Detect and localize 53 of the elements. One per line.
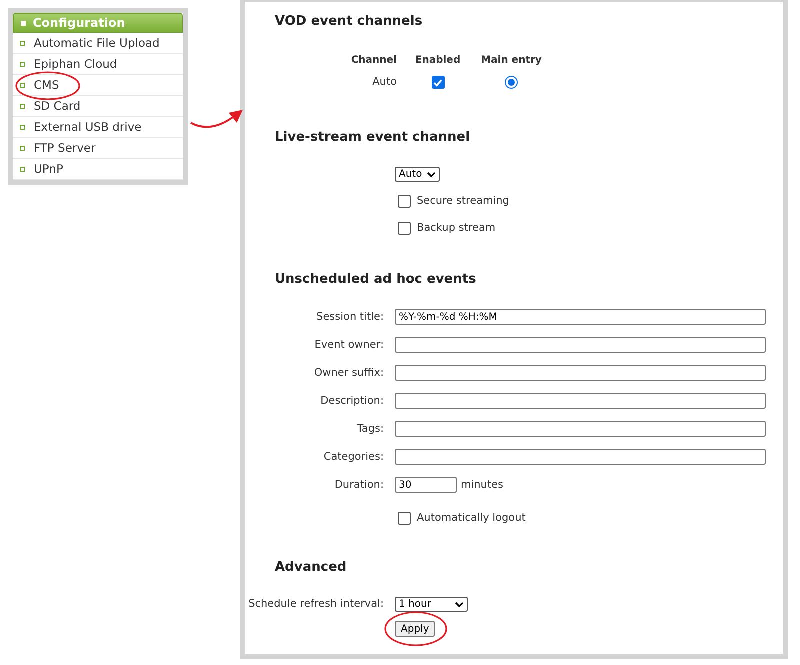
text-field[interactable]: %Y-%m-%d %H:%M: [395, 309, 766, 325]
field-label: Duration:: [334, 478, 384, 492]
channel-dropdown[interactable]: Auto: [395, 167, 440, 182]
text-field[interactable]: [395, 449, 766, 465]
bullet-icon: [20, 104, 25, 108]
menu-item[interactable]: SD Card: [13, 96, 183, 117]
column-header: Main entry: [480, 54, 543, 68]
field-label: Tags:: [356, 422, 384, 436]
bullet-icon: [20, 146, 25, 150]
menu-item[interactable]: Automatic File Upload: [13, 33, 183, 54]
bullet-icon: [20, 124, 25, 130]
bullet-icon: [20, 40, 25, 46]
section-heading: Live-stream event channel: [274, 130, 472, 145]
checkbox-label: Secure streaming: [417, 194, 510, 209]
menu-item[interactable]: External USB drive: [13, 117, 183, 138]
radio-button[interactable]: [505, 76, 518, 89]
column-header: Channel: [350, 54, 397, 68]
checkbox-label: Automatically logout: [417, 511, 526, 526]
channel-name: Auto: [372, 75, 397, 90]
bullet-icon: [20, 166, 25, 172]
menu-item[interactable]: Epiphan Cloud: [13, 54, 183, 75]
chevron-down-icon: [455, 602, 464, 608]
chevron-down-icon: [427, 172, 436, 178]
apply-button[interactable]: Apply: [395, 621, 436, 637]
field-label: Event owner:: [314, 338, 384, 352]
checkbox[interactable]: [398, 195, 411, 208]
field-label: Session title:: [316, 310, 384, 324]
menu-item[interactable]: UPnP: [13, 159, 183, 180]
checkbox[interactable]: [398, 222, 411, 235]
text-field[interactable]: [395, 421, 766, 437]
column-header: Enabled: [414, 54, 462, 68]
field-label: Categories:: [322, 450, 384, 464]
menu-title: Configuration: [33, 16, 126, 30]
unit-label: minutes: [461, 478, 504, 492]
interval-dropdown[interactable]: 1 hour: [395, 597, 468, 612]
text-field[interactable]: [395, 337, 766, 353]
bullet-icon: [20, 82, 25, 88]
section-heading: Advanced: [274, 560, 348, 575]
bullet-icon: [21, 20, 26, 26]
checkbox[interactable]: [432, 76, 444, 89]
menu-item[interactable]: FTP Server: [13, 138, 183, 159]
text-field[interactable]: [395, 393, 766, 409]
text-field[interactable]: [395, 365, 766, 381]
field-label: Owner suffix:: [313, 366, 384, 380]
checkbox[interactable]: [398, 512, 411, 525]
menu-item[interactable]: CMS: [13, 75, 183, 96]
duration-field[interactable]: 30: [395, 477, 457, 493]
field-label: Description:: [320, 394, 384, 408]
section-heading: Unscheduled ad hoc events: [274, 272, 478, 287]
bullet-icon: [20, 62, 25, 66]
section-heading: VOD event channels: [274, 14, 424, 29]
checkbox-label: Backup stream: [417, 221, 496, 236]
field-label: Schedule refresh interval:: [248, 597, 384, 612]
